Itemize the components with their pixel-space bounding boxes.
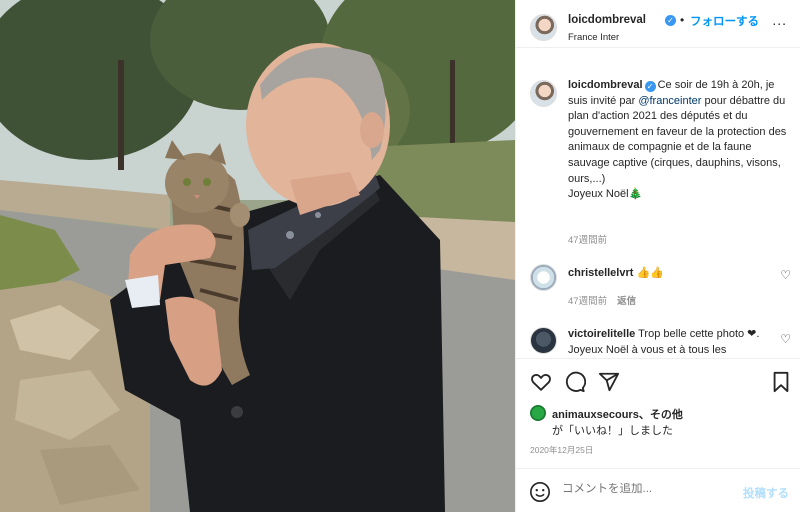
verified-badge-icon: ✓: [665, 15, 676, 26]
photo-illustration: [0, 0, 515, 512]
liker-username[interactable]: animauxsecours: [552, 409, 639, 421]
post-location[interactable]: France Inter: [568, 32, 619, 43]
caption-mention-link[interactable]: @franceinter: [638, 95, 701, 107]
post-actions-bar: [516, 358, 800, 404]
caption-username[interactable]: loicdombreval: [568, 79, 643, 91]
header-separator: •: [680, 13, 685, 27]
comment-timestamp[interactable]: 47週間前: [568, 296, 607, 307]
post-photo[interactable]: [0, 0, 515, 512]
commenter-username[interactable]: christellelvrt: [568, 267, 633, 279]
more-options-icon[interactable]: ...: [772, 12, 787, 28]
post-comment-button[interactable]: 投稿する: [743, 485, 789, 501]
liker-avatar[interactable]: [530, 405, 546, 421]
comment-text: victoirelitelle Trop belle cette photo ❤…: [568, 327, 783, 358]
likes-others-link[interactable]: 、その他: [639, 409, 683, 421]
comment-like-heart-icon[interactable]: ♡: [780, 268, 791, 282]
follow-button[interactable]: フォローする: [690, 13, 759, 29]
caption-body-part2: pour débattre du plan d'action 2021 des …: [568, 94, 787, 185]
share-icon[interactable]: [598, 371, 620, 393]
likes-line-2: が「いいね！」しました: [552, 425, 673, 437]
comment-body: 👍👍: [636, 267, 664, 279]
comments-list[interactable]: loicdombreval ✓ Ce soir de 19h à 20h, je s…: [516, 48, 800, 358]
comment-icon[interactable]: [564, 371, 587, 393]
commenter-avatar[interactable]: [530, 327, 557, 354]
post-header: loicdombreval ✓ • フォローする France Inter ..…: [516, 0, 800, 48]
comment-like-heart-icon[interactable]: ♡: [780, 332, 791, 346]
author-username[interactable]: loicdombreval: [568, 14, 646, 26]
caption-body-part3: Joyeux Noël: [568, 188, 629, 201]
author-avatar[interactable]: [530, 14, 557, 41]
commenter-username[interactable]: victoirelitelle: [568, 328, 635, 340]
heart-icon[interactable]: [530, 371, 552, 393]
caption-timestamp[interactable]: 47週間前: [568, 232, 607, 246]
comment-input[interactable]: [562, 483, 732, 495]
commenter-avatar[interactable]: [530, 264, 557, 291]
add-comment-bar: 投稿する: [516, 468, 800, 512]
caption-verified-icon: ✓: [644, 81, 656, 92]
reply-button[interactable]: 返信: [617, 296, 636, 307]
instagram-post: loicdombreval ✓ • フォローする France Inter ..…: [0, 0, 800, 512]
post-date[interactable]: 2020年12月25日: [530, 444, 593, 456]
caption-author-avatar[interactable]: [530, 80, 557, 107]
comment-meta: 47週間前 返信: [568, 293, 636, 307]
christmas-tree-icon: 🎄: [628, 188, 643, 201]
likes-line-1: animauxsecours、その他: [552, 406, 683, 422]
comment-text: christellelvrt 👍👍: [568, 266, 664, 279]
bookmark-icon[interactable]: [770, 371, 792, 393]
post-side-panel: loicdombreval ✓ • フォローする France Inter ..…: [515, 0, 800, 512]
emoji-icon[interactable]: [529, 481, 551, 503]
caption-text: loicdombreval ✓ Ce soir de 19h à 20h, je s…: [568, 78, 788, 203]
